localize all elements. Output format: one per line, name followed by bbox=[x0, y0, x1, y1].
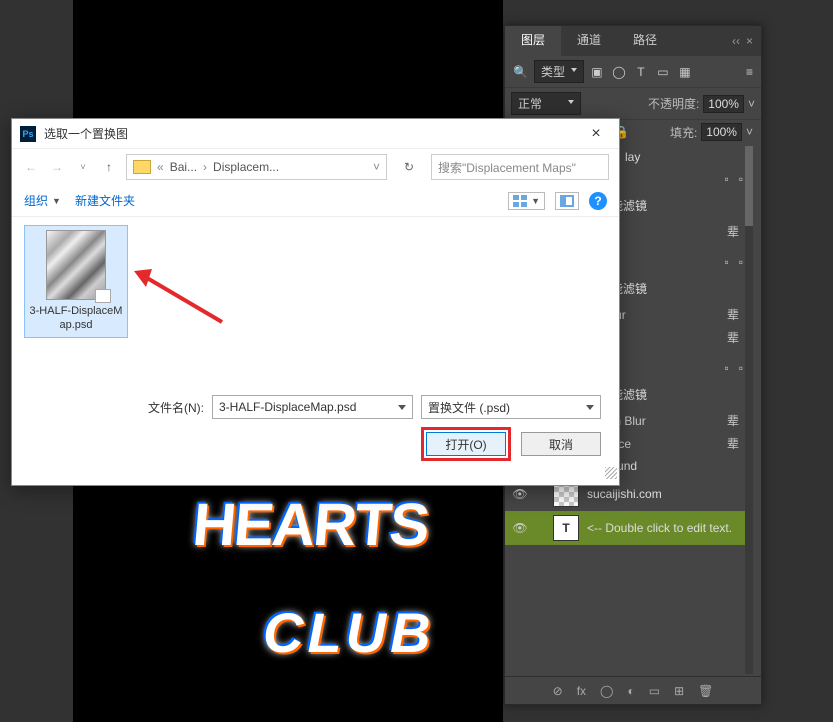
text-layer-thumb: T bbox=[553, 515, 579, 541]
file-item[interactable]: 3-HALF-DisplaceMap.psd bbox=[24, 225, 128, 338]
filter-pixel-icon[interactable]: ▣ bbox=[590, 65, 604, 79]
organize-button[interactable]: 组织 ▼ bbox=[24, 192, 61, 209]
cancel-button[interactable]: 取消 bbox=[521, 432, 601, 456]
help-icon[interactable]: ? bbox=[589, 192, 607, 210]
filename-label: 文件名(N): bbox=[148, 399, 204, 416]
tab-layers[interactable]: 图层 bbox=[505, 26, 561, 56]
layer-link-a-icon[interactable]: ▫ bbox=[724, 172, 728, 186]
panel-bottom-toolbar: ⊘ fx ◯ ◐ ▭ ⊞ 🗑 bbox=[505, 676, 761, 704]
psd-badge-icon bbox=[95, 289, 111, 303]
layer-mask-icon[interactable]: ◯ bbox=[600, 684, 613, 698]
file-list-area[interactable]: 3-HALF-DisplaceMap.psd bbox=[12, 217, 619, 387]
adjustment-layer-icon[interactable]: ◐ bbox=[627, 684, 634, 698]
fill-value[interactable]: 100% bbox=[701, 123, 742, 141]
new-folder-button[interactable]: 新建文件夹 bbox=[75, 192, 135, 209]
chevron-down-icon: ▼ bbox=[52, 196, 61, 206]
panel-collapse-icon[interactable]: ‹‹ bbox=[732, 34, 740, 48]
layer-link-a-icon[interactable]: ▫ bbox=[724, 255, 728, 269]
club-word: CLUB bbox=[263, 600, 435, 665]
layer-name: sucaijishi.com bbox=[587, 487, 662, 501]
dialog-title: 选取一个置换图 bbox=[44, 125, 573, 142]
filter-blend-icon[interactable]: 辈 bbox=[727, 306, 739, 323]
opacity-label: 不透明度: bbox=[648, 95, 699, 112]
visibility-toggle[interactable]: 👁 bbox=[513, 487, 527, 501]
nav-history-icon[interactable]: ˅ bbox=[74, 162, 92, 172]
panel-close-icon[interactable]: × bbox=[746, 34, 753, 48]
filter-smart-icon[interactable]: ▦ bbox=[678, 65, 692, 79]
panel-tabs: 图层 通道 路径 ‹‹ × bbox=[505, 26, 761, 56]
layer-link-a-icon[interactable]: ▫ bbox=[724, 361, 728, 375]
file-open-dialog: Ps 选取一个置换图 × ← → ˅ ↑ « Bai... › Displace… bbox=[11, 118, 620, 486]
nav-fwd-icon[interactable]: → bbox=[48, 160, 66, 174]
folder-icon bbox=[133, 160, 151, 174]
path-seg-2[interactable]: Displacem... bbox=[213, 160, 279, 174]
filter-blend-icon[interactable]: 辈 bbox=[727, 223, 739, 240]
preview-icon bbox=[560, 195, 574, 207]
chevron-down-icon: ▼ bbox=[531, 196, 540, 206]
file-name: 3-HALF-DisplaceMap.psd bbox=[29, 304, 123, 333]
hearts-word: HEARTS bbox=[190, 490, 431, 559]
opacity-dd-icon[interactable]: ˅ bbox=[748, 97, 755, 111]
open-button[interactable]: 打开(O) bbox=[426, 432, 506, 456]
filetype-select[interactable]: 置换文件 (.psd) bbox=[421, 395, 601, 419]
refresh-icon[interactable]: ↻ bbox=[395, 160, 423, 174]
annotation-highlight: 打开(O) bbox=[421, 427, 511, 461]
layer-link-b-icon[interactable]: ▫ bbox=[739, 255, 743, 269]
annotation-arrow bbox=[132, 267, 232, 327]
filter-shape-icon[interactable]: ▭ bbox=[656, 65, 670, 79]
group-icon[interactable]: ▭ bbox=[649, 684, 660, 698]
filter-blend-icon[interactable]: 辈 bbox=[727, 412, 739, 429]
filter-type-select[interactable]: 类型 bbox=[534, 60, 584, 83]
path-seg-1[interactable]: Bai... bbox=[170, 160, 197, 174]
link-layers-icon[interactable]: ⊘ bbox=[553, 684, 563, 698]
path-chev: « bbox=[153, 160, 168, 174]
filter-blend-icon[interactable]: 辈 bbox=[727, 435, 739, 452]
search-input[interactable]: 搜索"Displacement Maps" bbox=[431, 154, 609, 180]
filter-search-icon[interactable]: 🔍 bbox=[513, 65, 528, 79]
fill-dd-icon[interactable]: ˅ bbox=[746, 125, 753, 139]
resize-grip[interactable] bbox=[605, 467, 617, 479]
layer-fx-icon[interactable]: fx bbox=[577, 684, 586, 698]
organize-label: 组织 bbox=[24, 192, 48, 209]
close-icon[interactable]: × bbox=[581, 125, 611, 143]
opacity-value[interactable]: 100% bbox=[703, 95, 744, 113]
layer-row-edit-text[interactable]: 👁 T <-- Double click to edit text. bbox=[505, 511, 753, 545]
layer-link-b-icon[interactable]: ▫ bbox=[739, 172, 743, 186]
preview-pane-button[interactable] bbox=[555, 192, 579, 210]
chevron-right-icon: › bbox=[199, 160, 211, 174]
grid-icon bbox=[513, 195, 527, 207]
layer-name: <-- Double click to edit text. bbox=[587, 521, 732, 535]
path-dd-icon[interactable]: ˅ bbox=[373, 160, 380, 174]
tab-paths[interactable]: 路径 bbox=[617, 26, 673, 56]
file-thumbnail bbox=[46, 230, 106, 300]
address-bar[interactable]: « Bai... › Displacem... ˅ bbox=[126, 154, 387, 180]
ps-app-icon: Ps bbox=[20, 126, 36, 142]
panel-menu-icon[interactable]: ≡ bbox=[746, 65, 753, 79]
filter-adjust-icon[interactable]: ◯ bbox=[612, 65, 626, 79]
layer-link-b-icon[interactable]: ▫ bbox=[739, 361, 743, 375]
fill-label: 填充: bbox=[670, 124, 697, 141]
panel-scrollbar[interactable] bbox=[745, 146, 753, 674]
trash-icon[interactable]: 🗑 bbox=[698, 684, 713, 698]
filter-blend-icon[interactable]: 辈 bbox=[727, 329, 739, 346]
tab-channels[interactable]: 通道 bbox=[561, 26, 617, 56]
visibility-toggle[interactable]: 👁 bbox=[513, 521, 527, 535]
nav-back-icon[interactable]: ← bbox=[22, 160, 40, 174]
view-mode-button[interactable]: ▼ bbox=[508, 192, 545, 210]
nav-up-icon[interactable]: ↑ bbox=[100, 160, 118, 174]
new-layer-icon[interactable]: ⊞ bbox=[674, 684, 684, 698]
filename-input[interactable]: 3-HALF-DisplaceMap.psd bbox=[212, 395, 413, 419]
filter-type-icon[interactable]: T bbox=[634, 65, 648, 79]
blend-mode-select[interactable]: 正常 bbox=[511, 92, 581, 115]
